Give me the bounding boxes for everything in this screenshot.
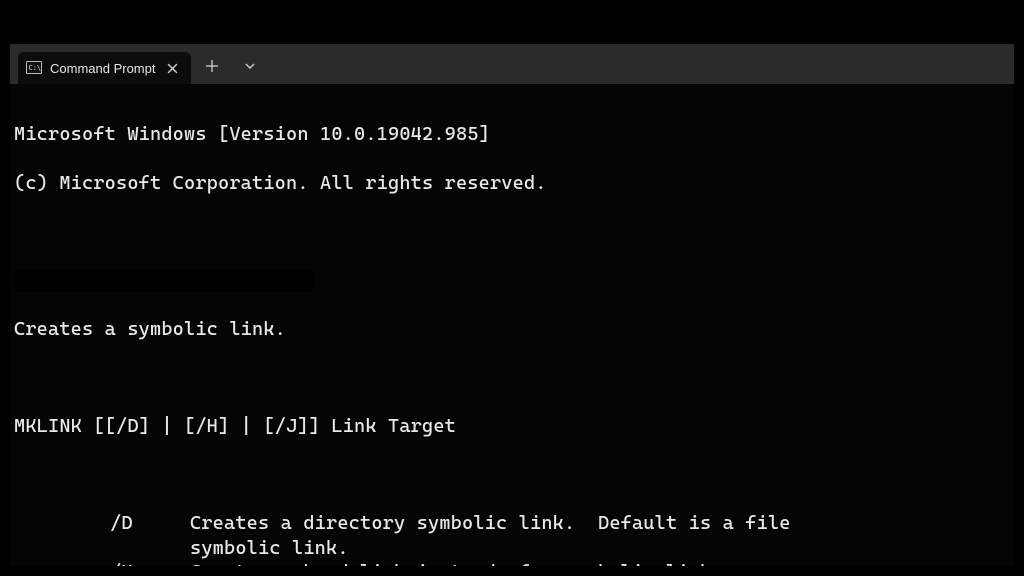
help-option-desc: Creates a directory symbolic link. Defau… bbox=[190, 511, 1010, 535]
tab-dropdown-button[interactable] bbox=[233, 50, 267, 82]
help-option-key: /H bbox=[14, 560, 190, 566]
tab-bar: C:\ Command Prompt bbox=[10, 44, 1014, 84]
help-intro: Creates a symbolic link. bbox=[14, 317, 1010, 341]
help-option-key: /D bbox=[14, 511, 190, 535]
tab-close-button[interactable] bbox=[163, 59, 181, 77]
banner-line: Microsoft Windows [Version 10.0.19042.98… bbox=[14, 122, 1010, 146]
terminal-output[interactable]: Microsoft Windows [Version 10.0.19042.98… bbox=[10, 84, 1014, 566]
tab-title: Command Prompt bbox=[50, 61, 155, 76]
close-icon bbox=[167, 63, 178, 74]
new-tab-button[interactable] bbox=[195, 50, 229, 82]
svg-text:C:\: C:\ bbox=[29, 64, 42, 72]
help-syntax: MKLINK [[/D] | [/H] | [/J]] Link Target bbox=[14, 414, 1010, 438]
help-option-row: /HCreates a hard link instead of a symbo… bbox=[14, 560, 1010, 566]
terminal-window: C:\ Command Prompt Microsoft Window bbox=[10, 44, 1014, 566]
banner-line: (c) Microsoft Corporation. All rights re… bbox=[14, 171, 1010, 195]
help-option-key bbox=[14, 536, 190, 560]
plus-icon bbox=[205, 59, 219, 73]
help-option-desc: symbolic link. bbox=[190, 536, 1010, 560]
redacted-prompt bbox=[14, 268, 1010, 292]
help-options: /DCreates a directory symbolic link. Def… bbox=[14, 511, 1010, 566]
tab-command-prompt[interactable]: C:\ Command Prompt bbox=[18, 52, 191, 84]
help-option-row: /DCreates a directory symbolic link. Def… bbox=[14, 511, 1010, 535]
cmd-icon: C:\ bbox=[26, 60, 42, 76]
help-option-row: symbolic link. bbox=[14, 536, 1010, 560]
chevron-down-icon bbox=[243, 59, 257, 73]
help-option-desc: Creates a hard link instead of a symboli… bbox=[190, 560, 1010, 566]
